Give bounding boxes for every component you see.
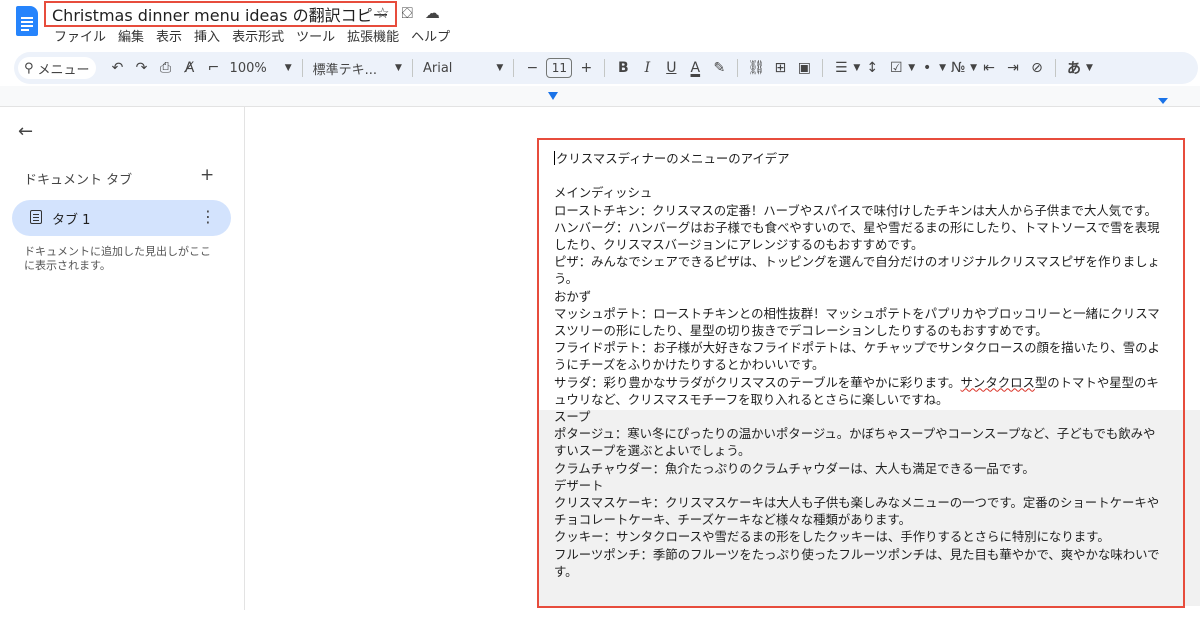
underline-icon[interactable]: U [660,60,682,76]
toolbar-divider [301,59,303,77]
doc-paragraph: マッシュポテト：ローストチキンとの相性抜群！マッシュポテトをパプリカやブロッコリ… [554,305,1160,339]
chevron-down-icon[interactable]: ▼ [853,63,860,73]
style-select[interactable]: 標準テキ... ▼ [313,59,402,78]
sidebar-divider [244,107,245,610]
font-size-input[interactable]: 11 [546,58,573,78]
chevron-down-icon[interactable]: ▼ [939,63,946,73]
input-tools-icon[interactable]: あ [1063,58,1085,78]
doc-paragraph: フルーツポンチ：季節のフルーツをたっぷり使ったフルーツポンチは、見た目も華やかで… [554,546,1160,579]
menu-tools[interactable]: ツール [296,26,335,45]
print-icon[interactable]: ⎙ [155,60,177,76]
toolbar-divider [737,59,739,77]
menu-search-label: メニュー [37,62,90,78]
doc-paragraph: クラムチャウダー：魚介たっぷりのクラムチャウダーは、大人も満足できる一品です。 [554,460,1035,476]
checklist-icon[interactable]: ☑ [885,60,907,76]
tab-label: タブ 1 [52,213,91,228]
text-color-icon[interactable]: A [684,60,706,76]
search-icon: ⚲ [24,60,34,76]
back-arrow-icon[interactable]: ← [18,121,33,142]
menu-file[interactable]: ファイル [54,26,106,45]
decrease-indent-icon[interactable]: ⇤ [978,60,1000,76]
sidebar-item-tab-1[interactable]: タブ 1 ⋮ [12,200,231,236]
font-value: Arial [422,60,453,76]
chevron-down-icon[interactable]: ▼ [908,63,915,73]
menu-format[interactable]: 表示形式 [232,26,284,45]
doc-paragraph: デザート [554,477,604,493]
menu-extensions[interactable]: 拡張機能 [347,26,399,45]
style-value: 標準テキ... [312,62,378,78]
doc-paragraph: クリスマスケーキ：クリスマスケーキは大人も子供も楽しみなメニューの一つです。定番… [554,495,1160,528]
more-vert-icon[interactable]: ⋮ [200,207,216,226]
menu-edit[interactable]: 編集 [118,26,144,45]
spellcheck-icon[interactable]: A̸ [179,60,201,76]
menu-search[interactable]: ⚲ メニュー [18,57,96,79]
star-icon[interactable]: ☆ [376,4,389,22]
comment-icon[interactable]: ⊞ [769,60,791,76]
increase-font-size-icon[interactable]: + [575,60,597,76]
toolbar-divider [822,59,824,77]
doc-paragraph: おかず [554,288,592,304]
doc-paragraph: ポタージュ：寒い冬にぴったりの温かいポタージュ。かぼちゃスープやコーンスープなど… [554,426,1156,459]
doc-paragraph: クッキー：サンタクロースや雪だるまの形をしたクッキーは、手作りするとさらに特別に… [554,529,1110,545]
document-icon [30,210,42,224]
menu-help[interactable]: ヘルプ [411,26,450,45]
doc-title[interactable]: Christmas dinner menu ideas の翻訳コピー [52,2,389,26]
doc-paragraph: スープ [554,409,591,425]
chevron-down-icon: ▼ [395,63,402,73]
link-icon[interactable]: ⛓ [745,60,767,76]
zoom-value: 100% [229,60,267,76]
doc-paragraph: サラダ：彩り豊かなサラダがクリスマスのテーブルを華やかに彩ります。サンタクロス型… [554,374,1159,407]
toolbar-divider [411,59,413,77]
move-folder-icon[interactable]: ⛋ [401,4,412,22]
title-bar: Christmas dinner menu ideas の翻訳コピー ☆ ⛋ ☁… [0,0,1200,48]
chevron-down-icon: ▼ [496,63,504,73]
menu-view[interactable]: 表示 [156,26,182,45]
doc-paragraph: フライドポテト：お子様が大好きなフライドポテトは、ケチャップでサンタクロースの顔… [554,340,1160,373]
outline-hint: ドキュメントに追加した見出しがここに表示されます。 [24,245,211,272]
cloud-status-icon[interactable]: ☁ [425,4,440,22]
image-icon[interactable]: ▣ [793,60,815,76]
decrease-font-size-icon[interactable]: − [521,60,543,76]
doc-title-highlight[interactable]: Christmas dinner menu ideas の翻訳コピー [44,1,397,27]
document-body[interactable]: クリスマスディナーのメニューのアイデア メインディッシュ ローストチキン：クリス… [554,150,1166,580]
clear-formatting-icon[interactable]: ⊘ [1026,60,1048,76]
bold-icon[interactable]: B [612,60,634,76]
zoom-select[interactable]: 100% ▼ [230,61,292,76]
add-tab-icon[interactable]: + [200,165,214,185]
text-cursor [554,151,555,165]
menu-insert[interactable]: 挿入 [194,26,220,45]
spelling-error[interactable]: サンタクロス [961,375,1035,390]
align-icon[interactable]: ☰ [830,60,852,76]
tabs-header: ドキュメント タブ [24,173,133,188]
ruler[interactable] [0,86,1200,106]
increase-indent-icon[interactable]: ⇥ [1002,60,1024,76]
bullet-list-icon[interactable]: • [916,60,938,76]
doc-paragraph: ハンバーグ：ハンバーグはお子様でも食べやすいので、星や雪だるまの形にしたり、トマ… [554,219,1160,252]
chevron-down-icon[interactable]: ▼ [970,63,977,73]
doc-paragraph: ピザ：みんなでシェアできるピザは、トッピングを選んで自分だけのオリジナルクリスマ… [554,254,1160,287]
doc-paragraph: メインディッシュ [554,185,653,201]
toolbar-divider [1055,59,1057,77]
title-actions: ☆ ⛋ ☁ [376,4,440,22]
docs-logo-icon[interactable] [16,6,38,36]
chevron-down-icon: ▼ [284,63,292,73]
numbered-list-icon[interactable]: № [947,60,969,76]
menu-bar: ファイル 編集 表示 挿入 表示形式 ツール 拡張機能 ヘルプ [54,26,450,45]
toolbar-divider [513,59,515,77]
highlight-icon[interactable]: ✎ [708,60,730,76]
toolbar: ⚲ メニュー ↶ ↷ ⎙ A̸ ⌐ 100% ▼ 標準テキ... ▼ Arial ▼ … [14,52,1198,84]
font-select[interactable]: Arial ▼ [423,61,503,76]
doc-paragraph: ローストチキン：クリスマスの定番！ハーブやスパイスで味付けしたチキンは大人から子… [554,202,1158,218]
toolbar-divider [604,59,606,77]
italic-icon[interactable]: I [636,60,658,76]
undo-icon[interactable]: ↶ [107,60,129,76]
line-spacing-icon[interactable]: ↕ [861,60,883,76]
paint-format-icon[interactable]: ⌐ [203,60,225,76]
redo-icon[interactable]: ↷ [131,60,153,76]
chevron-down-icon[interactable]: ▼ [1086,63,1093,73]
doc-heading: クリスマスディナーのメニューのアイデア [554,151,790,166]
document-tabs-sidebar: ← ドキュメント タブ + タブ 1 ⋮ ドキュメントに追加した見出しがここに表… [0,107,244,628]
